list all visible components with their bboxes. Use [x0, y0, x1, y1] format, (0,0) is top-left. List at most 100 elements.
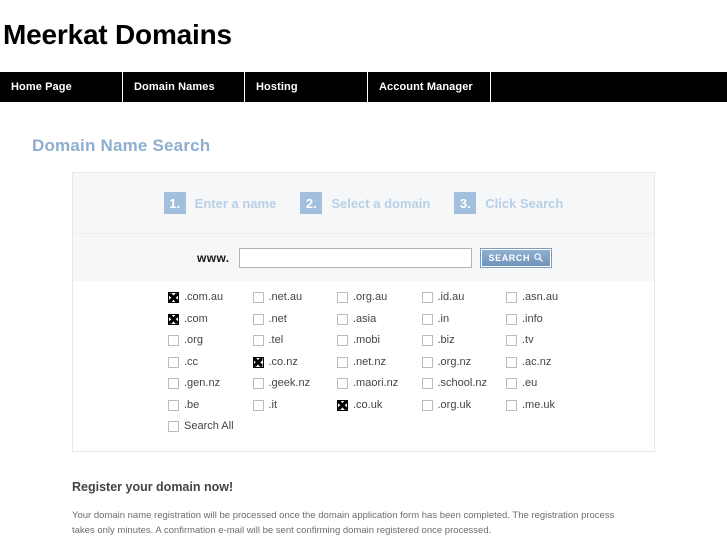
tld-option-com-au[interactable]: .com.au [168, 291, 253, 304]
checkbox-icon[interactable] [168, 356, 179, 368]
search-input[interactable] [238, 247, 472, 268]
tld-option-asia[interactable]: .asia [337, 313, 422, 325]
nav-item-hosting[interactable]: Hosting [245, 72, 368, 102]
nav-item-domain-names[interactable]: Domain Names [123, 72, 245, 102]
checkbox-icon[interactable] [252, 356, 264, 368]
register-info-section: Register your domain now! Your domain na… [72, 480, 655, 538]
search-all-option[interactable]: Search All [168, 416, 638, 438]
search-all-label: Search All [184, 420, 234, 433]
tld-label: .me.uk [522, 398, 556, 411]
tld-option-asn-au[interactable]: .asn.au [506, 291, 591, 304]
tld-label: .com.au [184, 291, 224, 304]
checkbox-icon[interactable] [337, 335, 348, 347]
tld-option-be[interactable]: .be [168, 398, 253, 411]
checkbox-icon[interactable] [337, 292, 348, 304]
tld-option-maori-nz[interactable]: .maori.nz [337, 377, 422, 390]
checkbox-icon[interactable] [168, 399, 179, 411]
tld-option-geek-nz[interactable]: .geek.nz [252, 378, 338, 390]
steps-bar: 1. Enter a name 2. Select a domain 3. Cl… [73, 173, 654, 234]
tld-label: .net [268, 312, 287, 325]
tld-label: .cc [184, 355, 199, 368]
checkbox-icon[interactable] [421, 292, 433, 304]
checkbox-icon[interactable] [506, 399, 517, 411]
checkbox-icon[interactable] [506, 292, 517, 304]
tld-option-ac-nz[interactable]: .ac.nz [506, 356, 591, 368]
nav-item-home-page[interactable]: Home Page [0, 72, 123, 102]
checkbox-icon[interactable] [506, 378, 517, 390]
tld-label: .be [184, 398, 200, 411]
checkbox-icon[interactable] [252, 378, 264, 390]
tld-option-org[interactable]: .org [168, 334, 253, 347]
tld-label: .net.nz [353, 355, 387, 368]
tld-option-eu[interactable]: .eu [506, 378, 591, 390]
site-header: Meerkat Domains [0, 0, 727, 72]
step-label: Select a domain [331, 195, 431, 211]
checkbox-icon[interactable] [337, 356, 348, 368]
checkbox-icon[interactable] [252, 292, 264, 304]
step-3: 3. Click Search [454, 192, 563, 214]
checkbox-icon[interactable] [252, 313, 264, 325]
tld-option-tel[interactable]: .tel [252, 334, 338, 347]
tld-label: .org [184, 334, 203, 347]
tld-label: .mobi [353, 334, 380, 347]
tld-option-org-uk[interactable]: .org.uk [421, 399, 507, 411]
tld-checkbox-grid: .com.au .net.au .org.au .id.au .asn.au .… [168, 287, 638, 438]
tld-label: .asn.au [522, 291, 559, 304]
tld-option-co-nz[interactable]: .co.nz [252, 356, 338, 368]
checkbox-icon[interactable] [168, 313, 179, 325]
nav-item-label: Domain Names [134, 81, 215, 93]
tld-label: .co.uk [353, 398, 383, 411]
tld-option-in[interactable]: .in [421, 312, 507, 325]
checkbox-icon[interactable] [421, 378, 433, 390]
checkbox-icon[interactable] [421, 335, 433, 347]
tld-label: .maori.nz [353, 377, 399, 390]
tld-option-school-nz[interactable]: .school.nz [421, 378, 507, 390]
tld-label: .in [437, 312, 450, 325]
checkbox-icon[interactable] [421, 399, 433, 411]
nav-item-label: Account Manager [379, 81, 473, 93]
tld-label: .net.au [268, 291, 303, 304]
checkbox-icon[interactable] [506, 335, 517, 347]
checkbox-icon[interactable] [421, 313, 433, 325]
tld-label: .id.au [437, 291, 465, 304]
tld-option-tv[interactable]: .tv [506, 335, 591, 347]
nav-item-account-manager[interactable]: Account Manager [368, 72, 491, 102]
checkbox-icon[interactable] [252, 335, 264, 347]
checkbox-icon[interactable] [337, 378, 348, 390]
tld-option-net[interactable]: .net [252, 312, 338, 325]
checkbox-icon[interactable] [168, 335, 179, 347]
checkbox-icon[interactable] [168, 421, 179, 433]
tld-label: .info [522, 312, 543, 325]
checkbox-icon[interactable] [337, 399, 348, 411]
tld-option-co-uk[interactable]: .co.uk [337, 398, 422, 411]
checkbox-icon[interactable] [168, 378, 179, 390]
tld-option-gen-nz[interactable]: .gen.nz [168, 378, 253, 390]
tld-option-net-nz[interactable]: .net.nz [337, 355, 422, 368]
checkbox-icon[interactable] [337, 313, 348, 325]
checkbox-icon[interactable] [252, 399, 264, 411]
tld-option-it[interactable]: .it [252, 399, 338, 411]
tld-option-org-nz[interactable]: .org.nz [421, 355, 507, 368]
checkbox-icon[interactable] [506, 356, 517, 368]
tld-label: .org.nz [437, 355, 472, 368]
checkbox-icon[interactable] [506, 313, 517, 325]
tld-option-biz[interactable]: .biz [421, 335, 507, 347]
tld-option-info[interactable]: .info [506, 312, 591, 325]
tld-option-mobi[interactable]: .mobi [337, 334, 422, 347]
tld-option-org-au[interactable]: .org.au [337, 291, 422, 304]
checkbox-icon[interactable] [168, 292, 179, 304]
tld-option-com[interactable]: .com [168, 313, 253, 325]
tld-option-me-uk[interactable]: .me.uk [506, 398, 591, 411]
checkbox-icon[interactable] [421, 356, 433, 368]
step-number-badge: 3. [454, 192, 477, 214]
nav-item-label: Home Page [11, 81, 72, 93]
step-label: Click Search [485, 195, 564, 211]
search-button[interactable]: SEARCH [479, 247, 553, 268]
tld-option-cc[interactable]: .cc [168, 355, 253, 368]
tld-option-net-au[interactable]: .net.au [252, 291, 338, 304]
domain-search-panel: 1. Enter a name 2. Select a domain 3. Cl… [72, 172, 655, 452]
step-2: 2. Select a domain [300, 192, 430, 214]
tld-label: .tel [268, 334, 284, 347]
tld-label: .org.au [353, 291, 388, 304]
tld-option-id-au[interactable]: .id.au [421, 291, 507, 304]
